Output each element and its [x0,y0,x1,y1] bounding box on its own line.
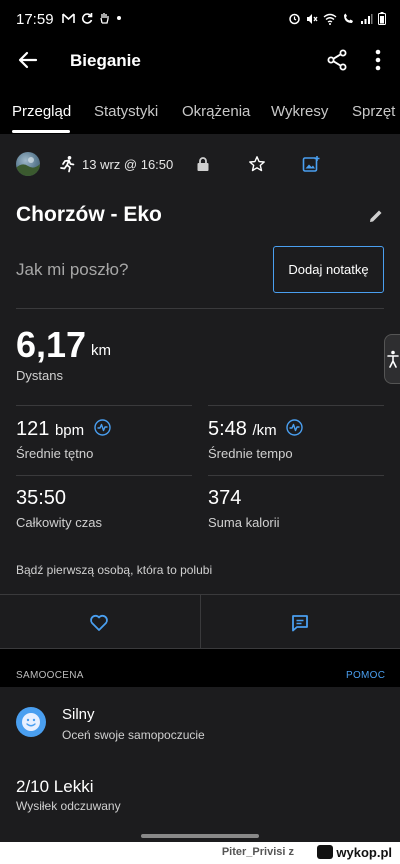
section-title: SAMOOCENA [16,670,84,681]
social-action-bar [0,594,400,650]
feel-question: Jak mi poszło? [16,260,129,279]
activity-meta-row: 13 wrz @ 16:50 [0,134,400,192]
calories-stat: 374 Suma kalorii [208,487,280,530]
hand-icon [100,13,109,24]
add-note-button[interactable]: Dodaj notatkę [273,246,384,293]
effort-title[interactable]: 2/10 Lekki [16,777,94,797]
tab-charts[interactable]: Wykresy [271,103,328,120]
likes-text: Bądź pierwszą osobą, która to polubi [16,563,213,577]
notification-icons [62,12,122,24]
system-icons [288,12,386,25]
watermark-logo: wykop.pl [317,845,392,860]
alarm-icon [289,13,300,25]
avg-hr-label: Średnie tętno [16,446,94,461]
avg-pace-label: Średnie tempo [208,446,293,461]
mute-icon [307,13,318,24]
avg-hr-value: 121 [16,418,50,440]
app-bar: Bieganie [0,38,400,84]
dot-icon [117,16,121,20]
self-assessment-header [0,649,400,687]
divider [16,405,192,406]
sync-icon [81,13,93,24]
accessibility-icon [387,350,399,368]
share-icon[interactable] [326,49,348,71]
more-vert-icon[interactable] [368,48,388,72]
feeling-subtitle: Oceń swoje samopoczucie [62,728,205,742]
total-time-stat: 35:50 Całkowity czas [16,487,102,530]
activity-date: 13 wrz @ 16:50 [82,157,174,172]
avatar[interactable] [16,152,40,176]
signal-icon [361,13,373,24]
avg-hr-stat: 121 bpm Średnie tętno [16,418,111,461]
lock-icon[interactable] [196,156,210,172]
run-icon [60,156,75,173]
calories-label: Suma kalorii [208,515,280,530]
wifi-call-icon [344,13,353,23]
tab-statistics[interactable]: Statystyki [94,103,158,120]
page-title: Bieganie [70,51,141,70]
tab-laps[interactable]: Okrążenia [182,103,250,120]
back-arrow-icon[interactable] [16,48,40,72]
activity-title: Chorzów - Eko [16,203,162,226]
watermark-user: Piter_Privisi z [221,846,294,858]
effort-subtitle: Wysiłek odczuwany [16,799,121,813]
heart-rate-icon[interactable] [93,419,111,436]
gesture-nav-bar[interactable] [141,834,259,838]
action-separator [200,595,201,650]
watermark-logo-text: wykop.pl [336,845,392,860]
status-time: 17:59 [16,11,54,28]
distance-label: Dystans [16,368,63,383]
active-tab-indicator [12,130,70,133]
avatar-image [16,157,40,176]
pace-chart-icon[interactable] [286,419,303,436]
heart-icon[interactable] [89,613,109,633]
tab-gear[interactable]: Sprzęt [352,103,395,120]
calories-value: 374 [208,487,242,509]
feeling-title[interactable]: Silny [62,706,95,723]
avg-pace-value: 5:48 [208,418,247,440]
avg-pace-stat: 5:48 /km Średnie tempo [208,418,303,461]
star-icon[interactable] [248,155,266,173]
smiley-icon[interactable] [16,707,46,737]
add-photo-icon[interactable] [302,155,320,173]
distance-unit: km [91,342,111,359]
total-time-value: 35:50 [16,487,67,509]
gmail-icon [62,12,75,23]
tab-overview[interactable]: Przegląd [12,103,71,120]
divider [208,405,384,406]
divider [16,308,384,309]
distance-value: 6,17 [16,324,87,365]
avg-pace-unit: /km [252,422,277,439]
divider [16,475,192,476]
overview-content: 13 wrz @ 16:50 Chorzów - Eko Jak mi posz… [0,134,400,864]
comment-icon[interactable] [290,613,310,633]
avg-hr-unit: bpm [54,422,85,439]
accessibility-handle[interactable] [384,334,400,384]
status-bar: 17:59 [0,0,400,38]
battery-icon [378,12,386,25]
tab-bar: Przegląd Statystyki Okrążenia Wykresy Sp… [0,90,400,134]
help-link[interactable]: POMOC [346,670,385,681]
divider [208,475,384,476]
edit-pencil-icon[interactable] [368,208,384,224]
total-time-label: Całkowity czas [16,515,102,530]
wifi-icon [323,13,337,25]
